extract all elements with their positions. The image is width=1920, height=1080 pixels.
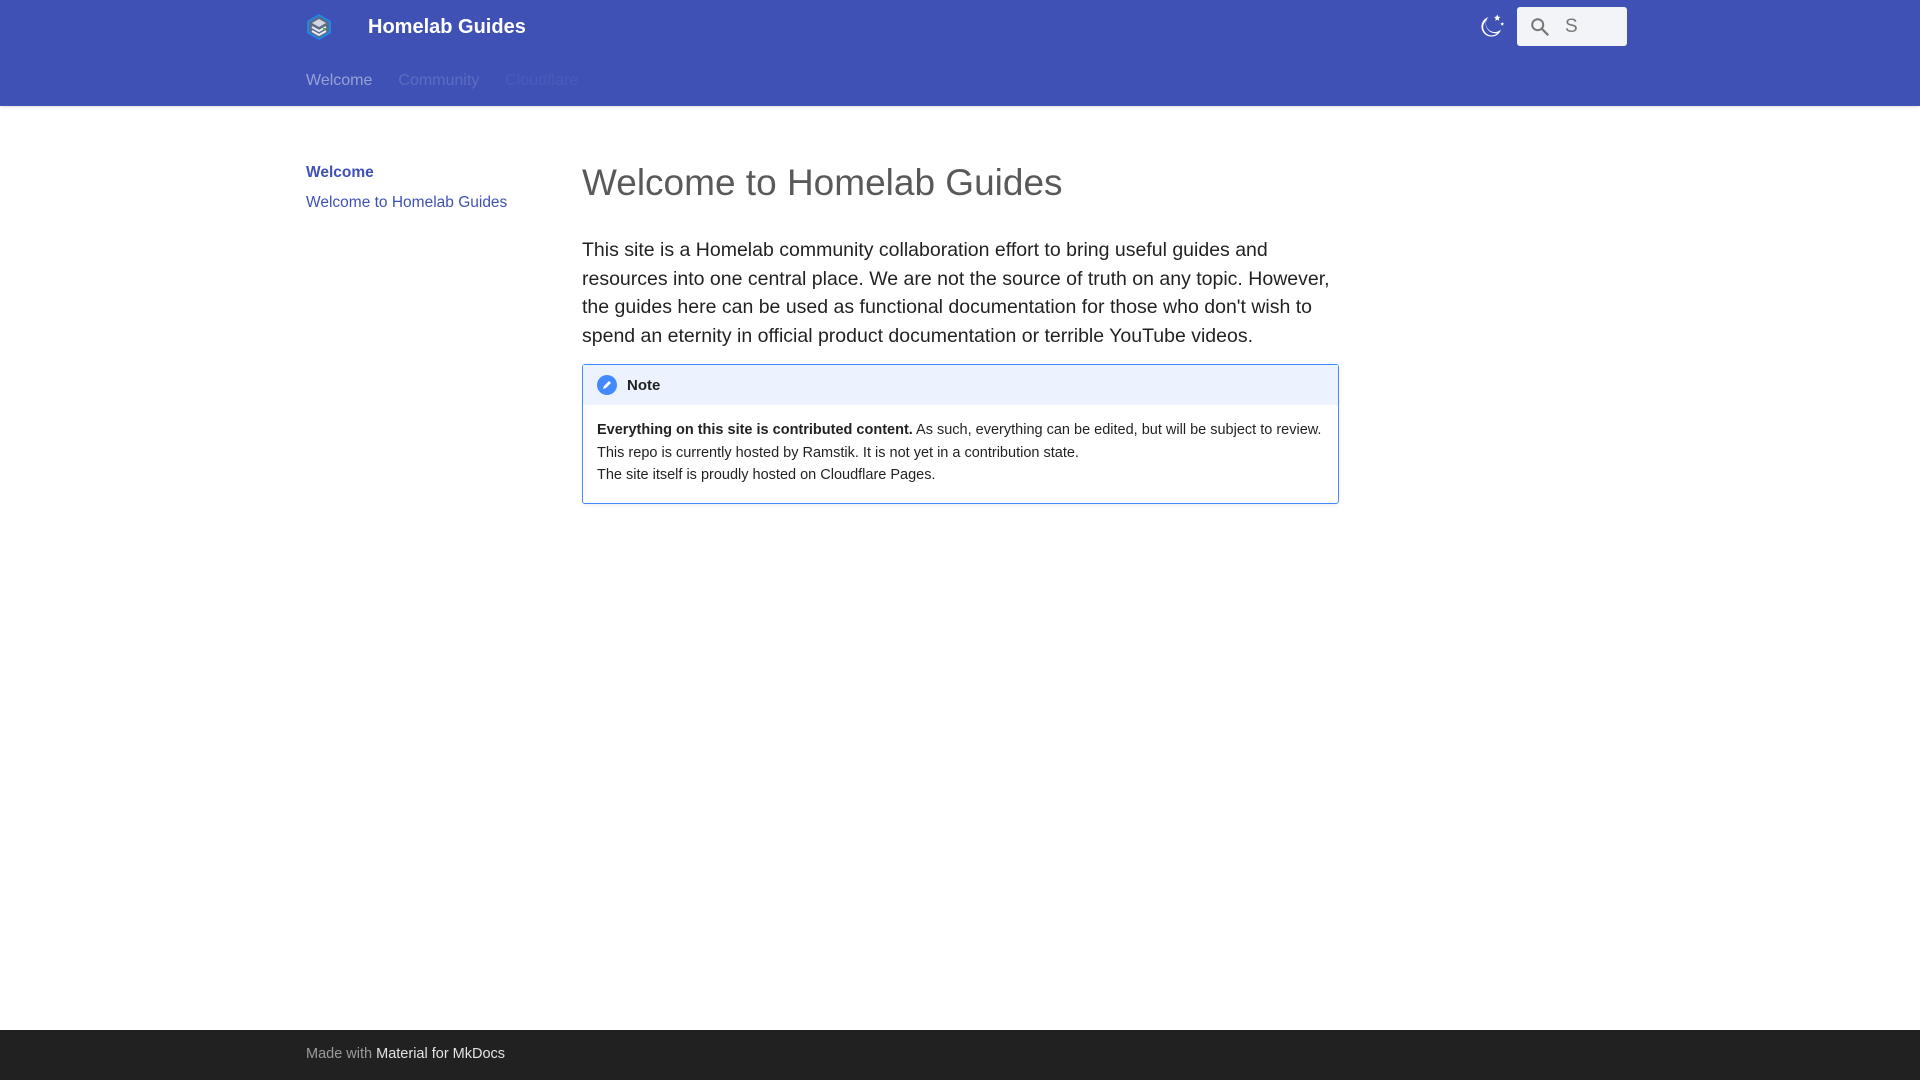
note-line3: The site itself is proudly hosted on Clo… — [597, 467, 936, 483]
search-icon — [1531, 17, 1550, 36]
search-placeholder: S — [1565, 15, 1578, 37]
tab-welcome[interactable]: Welcome — [306, 72, 372, 90]
material-for-mkdocs-link[interactable]: Material for MkDocs — [376, 1046, 505, 1062]
logo-icon[interactable] — [305, 13, 333, 41]
page-title: Welcome to Homelab Guides — [582, 162, 1063, 203]
note-title: Note — [583, 365, 1338, 405]
header: Homelab Guides S Welcome Community Cloud… — [0, 0, 1920, 106]
note-line1: As such, everything can be edited, but w… — [912, 422, 1322, 438]
sidebar-section-welcome[interactable]: Welcome — [306, 164, 507, 182]
tabs: Welcome Community Cloudflare — [306, 72, 578, 90]
note-bold: Everything on this site is contributed c… — [597, 422, 913, 438]
tab-cloudflare[interactable]: Cloudflare — [505, 72, 578, 90]
content: Welcome to Homelab Guides This site is a… — [582, 160, 1339, 504]
footer: Made with Material for MkDocs — [0, 1030, 1920, 1080]
sidebar-item-welcome-to-homelab-guides[interactable]: Welcome to Homelab Guides — [306, 194, 507, 212]
note-line2: This repo is currently hosted by Ramstik… — [597, 444, 1079, 461]
note-admonition: Note Everything on this site is contribu… — [582, 364, 1339, 504]
search-input[interactable]: S — [1517, 7, 1627, 46]
pencil-icon — [597, 375, 617, 395]
made-with-text: Made with — [306, 1046, 373, 1062]
tab-community[interactable]: Community — [398, 72, 479, 90]
dark-mode-toggle-icon[interactable] — [1476, 12, 1506, 42]
note-title-text: Note — [627, 376, 661, 394]
sidebar: Welcome Welcome to Homelab Guides — [306, 164, 507, 212]
intro-paragraph: This site is a Homelab community collabo… — [582, 239, 1330, 347]
footer-credit: Made with Material for MkDocs — [306, 1046, 505, 1062]
site-title[interactable]: Homelab Guides — [368, 13, 526, 41]
note-body: Everything on this site is contributed c… — [583, 405, 1338, 503]
